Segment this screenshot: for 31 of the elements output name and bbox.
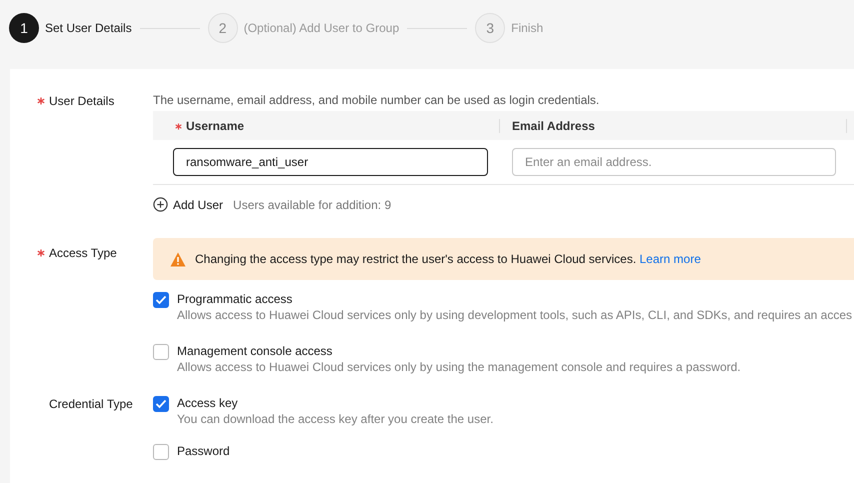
option-label: Management console access: [177, 343, 334, 359]
hint-text: The username, email address, and mobile number can be used as login credentials.: [153, 93, 600, 107]
checkbox[interactable]: [153, 444, 169, 460]
option-description: You can download the access key after you create the user.: [177, 411, 494, 427]
step-number: 2: [208, 13, 238, 43]
plus-circle-icon: [153, 197, 168, 212]
field-label: User Details: [49, 94, 114, 108]
step-label: Finish: [511, 21, 544, 35]
checkbox[interactable]: [153, 344, 169, 360]
warning-icon: [170, 252, 186, 266]
availability-text: Users available for addition: 9: [233, 198, 392, 212]
step-number: 1: [9, 13, 39, 43]
option-label: Access key: [177, 395, 239, 411]
alert-message: Changing the access type may restrict the user's access to Huawei Cloud services. Learn more: [195, 252, 701, 266]
email-field[interactable]: Enter an email address.: [512, 148, 836, 176]
field-label: Credential Type: [49, 397, 133, 411]
option-description: Allows access to Huawei Cloud services only by using the management console and requires a password.: [177, 359, 741, 375]
column-header: Email Address: [512, 118, 595, 132]
step-number: 3: [475, 13, 506, 43]
learn-more-link[interactable]: Learn more: [640, 252, 701, 266]
option-label: Password: [177, 443, 230, 459]
checkbox[interactable]: [153, 292, 169, 308]
field-label: Access Type: [49, 246, 117, 260]
checkbox[interactable]: [153, 396, 169, 412]
username-field[interactable]: ransomware_anti_user: [173, 148, 488, 176]
column-header: Username: [186, 118, 244, 132]
option-label: Programmatic access: [177, 291, 294, 307]
add-user-button[interactable]: Add User: [153, 197, 224, 212]
step-label: Set User Details: [45, 21, 132, 35]
step-label: (Optional) Add User to Group: [244, 21, 400, 35]
option-description: Allows access to Huawei Cloud services only by using development tools, such as APIs, CLI, and SDKs, and requires an acces: [177, 307, 852, 323]
